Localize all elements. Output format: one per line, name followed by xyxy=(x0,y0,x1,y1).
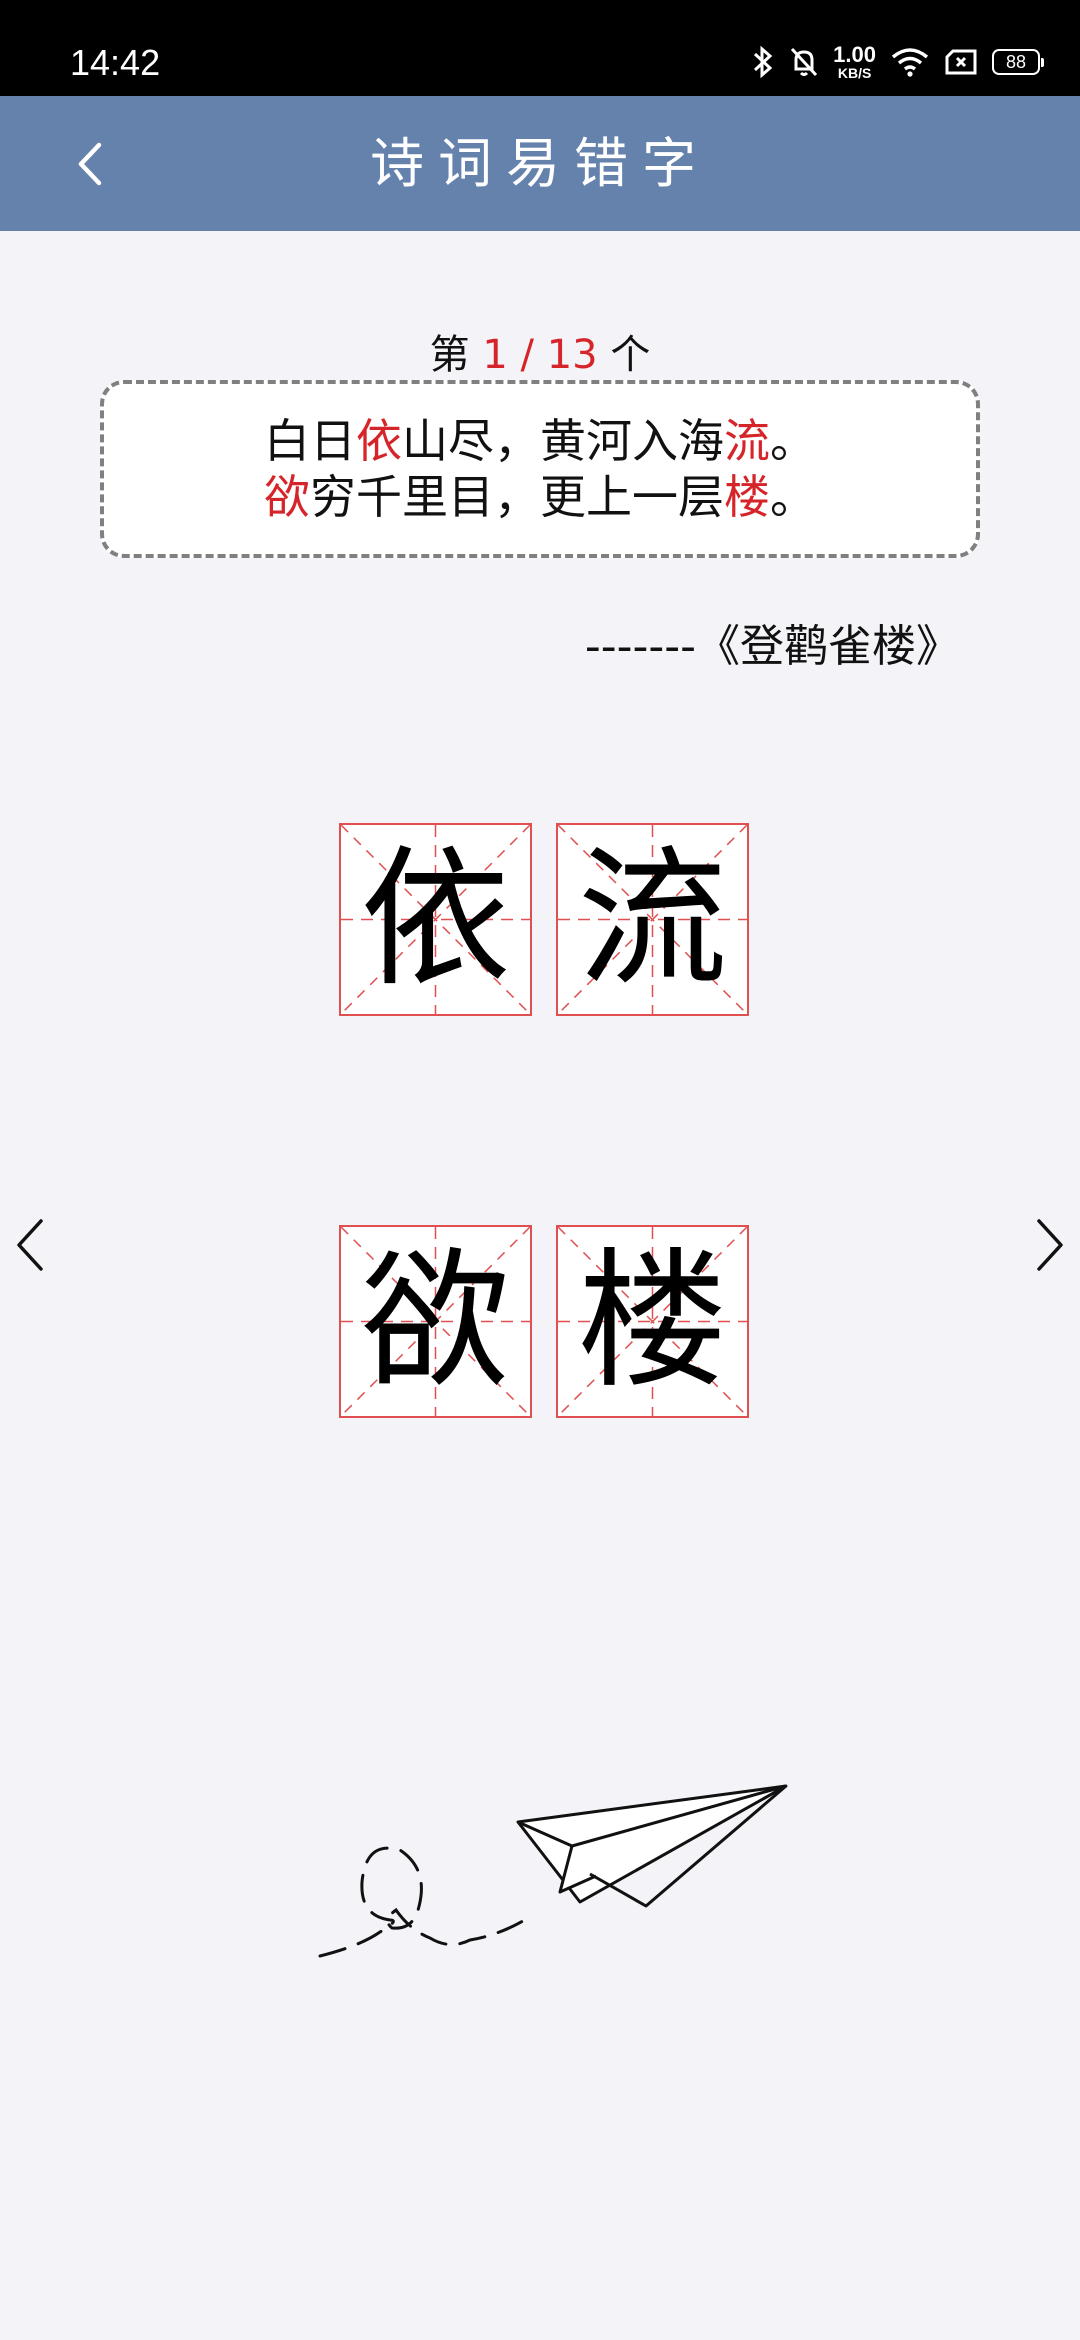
status-time: 14:42 xyxy=(70,42,161,83)
poem-segment: 。 xyxy=(770,414,816,468)
network-speed: 1.00 KB/S xyxy=(833,42,876,81)
char-glyph: 欲 xyxy=(360,1234,511,1409)
char-row-2: 欲 楼 xyxy=(339,1225,749,1418)
poem-source: -------《登鹳雀楼》 xyxy=(584,621,960,672)
bluetooth-icon xyxy=(754,45,773,79)
char-glyph: 流 xyxy=(577,832,728,1007)
prev-button[interactable] xyxy=(0,1205,60,1285)
status-icons: 1.00 KB/S 88 xyxy=(751,40,1044,84)
counter-current: 1 xyxy=(482,332,508,378)
next-button[interactable] xyxy=(1020,1205,1080,1285)
counter-suffix: 个 xyxy=(610,332,651,378)
chevron-left-icon xyxy=(17,1219,43,1271)
char-practice-cell[interactable]: 欲 xyxy=(339,1225,532,1418)
poem-segment: 。 xyxy=(770,470,816,524)
mute-bell-icon xyxy=(791,47,818,77)
counter-total: 13 xyxy=(546,332,598,378)
poem-segment: 穷千里目，更上一层 xyxy=(310,470,724,524)
poem-line-1: 白日依山尽，黄河入海流。 xyxy=(264,413,816,469)
poem-card: 白日依山尽，黄河入海流。 欲穷千里目，更上一层楼。 xyxy=(100,380,980,558)
back-arrow-icon xyxy=(78,142,102,186)
chevron-right-icon xyxy=(1037,1219,1063,1271)
network-speed-value: 1.00 xyxy=(833,42,876,67)
poem-segment: 山尽，黄河入海 xyxy=(402,414,724,468)
poem-segment: 白日 xyxy=(264,414,356,468)
poem-line-2: 欲穷千里目，更上一层楼。 xyxy=(264,469,816,525)
poem-highlight-char: 欲 xyxy=(264,470,310,524)
char-glyph: 楼 xyxy=(577,1234,728,1409)
wifi-icon xyxy=(891,48,929,77)
progress-counter: 第 1 / 13 个 xyxy=(0,322,1080,380)
sim-x-icon xyxy=(945,49,977,75)
char-practice-cell[interactable]: 依 xyxy=(339,823,532,1016)
header-bar: 诗词易错字 xyxy=(0,96,1080,231)
char-practice-cell[interactable]: 流 xyxy=(556,823,749,1016)
status-bar: 14:42 1.00 KB/S 88 xyxy=(0,0,1080,96)
counter-prefix: 第 xyxy=(429,332,470,378)
poem-highlight-char: 楼 xyxy=(724,470,770,524)
poem-highlight-char: 流 xyxy=(724,414,770,468)
char-practice-cell[interactable]: 楼 xyxy=(556,1225,749,1418)
network-speed-unit: KB/S xyxy=(837,65,872,81)
battery-icon: 88 xyxy=(992,49,1044,75)
page-title: 诗词易错字 xyxy=(370,132,710,195)
poem-highlight-char: 依 xyxy=(356,414,402,468)
counter-separator: / xyxy=(507,332,547,378)
char-glyph: 依 xyxy=(360,832,511,1007)
paper-plane-icon xyxy=(318,1784,788,1958)
char-row-1: 依 流 xyxy=(339,823,749,1016)
back-button[interactable] xyxy=(50,124,130,204)
